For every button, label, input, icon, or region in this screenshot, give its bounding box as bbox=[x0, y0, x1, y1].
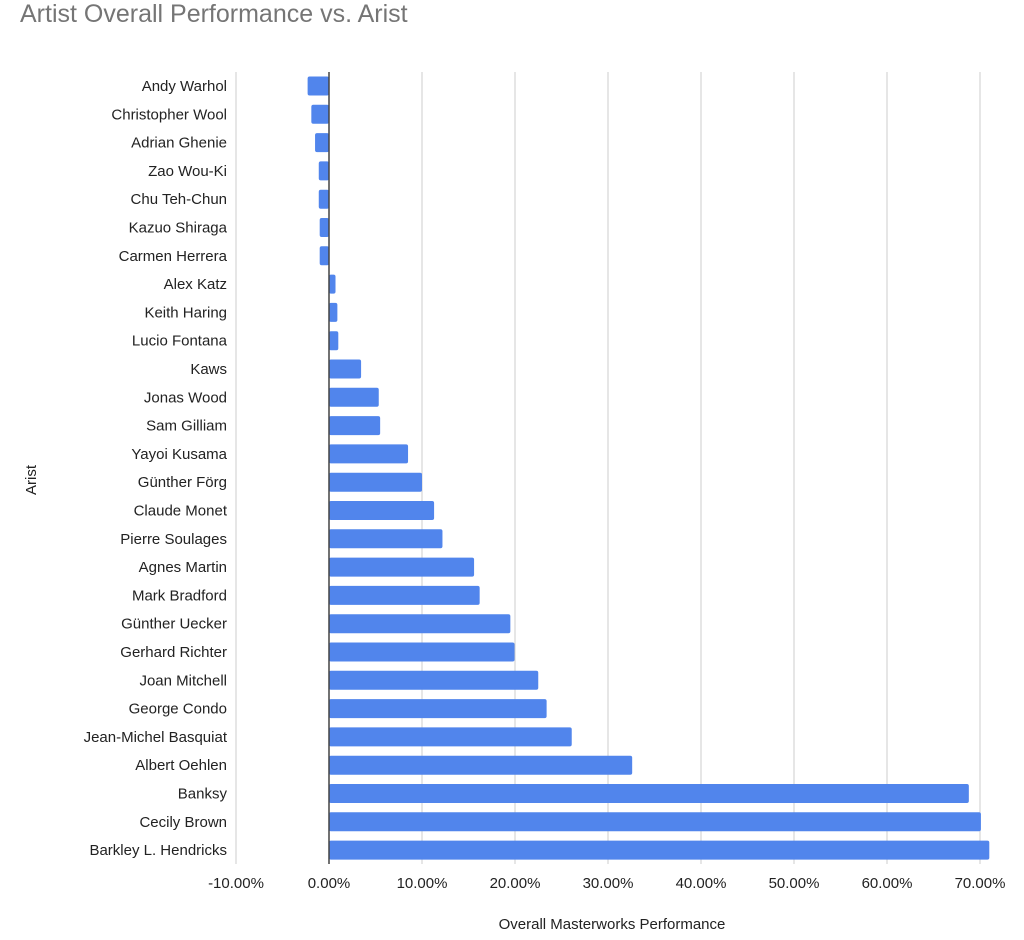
bar[interactable] bbox=[318, 161, 329, 181]
category-label: Banksy bbox=[178, 786, 228, 803]
category-label: Zao Wou-Ki bbox=[148, 163, 227, 180]
category-label: Yayoi Kusama bbox=[131, 446, 227, 463]
category-label: Alex Katz bbox=[164, 276, 227, 293]
bar[interactable] bbox=[329, 585, 480, 605]
category-label: Joan Mitchell bbox=[139, 672, 227, 689]
category-label: Christopher Wool bbox=[111, 106, 227, 123]
bar[interactable] bbox=[329, 699, 547, 719]
bar[interactable] bbox=[318, 189, 329, 209]
x-tick-label: 20.00% bbox=[490, 875, 541, 892]
x-tick-label: 30.00% bbox=[583, 875, 634, 892]
bar[interactable] bbox=[319, 218, 329, 237]
category-label: Jonas Wood bbox=[144, 389, 227, 406]
x-tick-label: 60.00% bbox=[862, 875, 913, 892]
bar-chart: Andy Warhol Christopher Wool Adrian Ghenie… bbox=[23, 72, 1005, 933]
category-label: Pierre Soulages bbox=[120, 531, 227, 548]
category-label: Lucio Fontana bbox=[132, 333, 228, 350]
bar[interactable] bbox=[311, 104, 329, 124]
bar[interactable] bbox=[315, 133, 329, 153]
category-label: Kazuo Shiraga bbox=[129, 220, 228, 237]
category-label: Cecily Brown bbox=[139, 814, 227, 831]
bar[interactable] bbox=[329, 812, 981, 832]
category-label: Albert Oehlen bbox=[135, 757, 227, 774]
bar[interactable] bbox=[329, 331, 339, 351]
category-label: Günther Förg bbox=[138, 474, 227, 491]
category-label: Claude Monet bbox=[134, 503, 228, 520]
x-tick-label: 10.00% bbox=[397, 875, 448, 892]
x-tick-label: -10.00% bbox=[208, 875, 264, 892]
bar[interactable] bbox=[329, 642, 515, 662]
bar[interactable] bbox=[329, 784, 969, 803]
category-label: Jean-Michel Basquiat bbox=[84, 729, 228, 746]
bar[interactable] bbox=[329, 472, 422, 492]
category-label: Adrian Ghenie bbox=[131, 135, 227, 152]
category-label: Carmen Herrera bbox=[119, 248, 228, 265]
bar[interactable] bbox=[329, 387, 379, 407]
y-axis-title: Arist bbox=[23, 464, 40, 495]
bar[interactable] bbox=[329, 670, 539, 690]
bar[interactable] bbox=[329, 755, 633, 775]
bar[interactable] bbox=[329, 501, 435, 520]
category-label: Kaws bbox=[190, 361, 227, 378]
category-label: Gerhard Richter bbox=[120, 644, 227, 661]
bar[interactable] bbox=[329, 444, 409, 464]
x-tick-label: 0.00% bbox=[308, 875, 351, 892]
bar[interactable] bbox=[329, 727, 572, 747]
bar[interactable] bbox=[329, 840, 990, 860]
category-label: George Condo bbox=[129, 701, 227, 718]
category-label: Agnes Martin bbox=[139, 559, 227, 576]
bar[interactable] bbox=[329, 614, 511, 634]
category-label: Chu Teh-Chun bbox=[131, 191, 227, 208]
category-label: Mark Bradford bbox=[132, 587, 227, 604]
bar[interactable] bbox=[329, 274, 336, 294]
category-label: Günther Uecker bbox=[121, 616, 227, 633]
bar[interactable] bbox=[329, 529, 443, 549]
bar[interactable] bbox=[329, 557, 475, 577]
bar[interactable] bbox=[307, 76, 329, 96]
category-label: Andy Warhol bbox=[142, 78, 227, 95]
x-tick-labels: -10.00% 0.00% 10.00% 20.00% 30.00% 40.00% 50.0… bbox=[208, 875, 1005, 892]
x-tick-label: 50.00% bbox=[769, 875, 820, 892]
x-tick-label: 40.00% bbox=[676, 875, 727, 892]
bar[interactable] bbox=[329, 359, 362, 379]
category-labels: Andy Warhol Christopher Wool Adrian Ghenie… bbox=[84, 78, 228, 859]
x-axis-title: Overall Masterworks Performance bbox=[499, 916, 726, 933]
category-label: Sam Gilliam bbox=[146, 418, 227, 435]
bar[interactable] bbox=[319, 246, 329, 266]
category-label: Barkley L. Hendricks bbox=[89, 842, 227, 859]
category-label: Keith Haring bbox=[144, 304, 227, 321]
x-tick-label: 70.00% bbox=[955, 875, 1006, 892]
bar[interactable] bbox=[329, 416, 381, 436]
bar[interactable] bbox=[329, 302, 338, 322]
